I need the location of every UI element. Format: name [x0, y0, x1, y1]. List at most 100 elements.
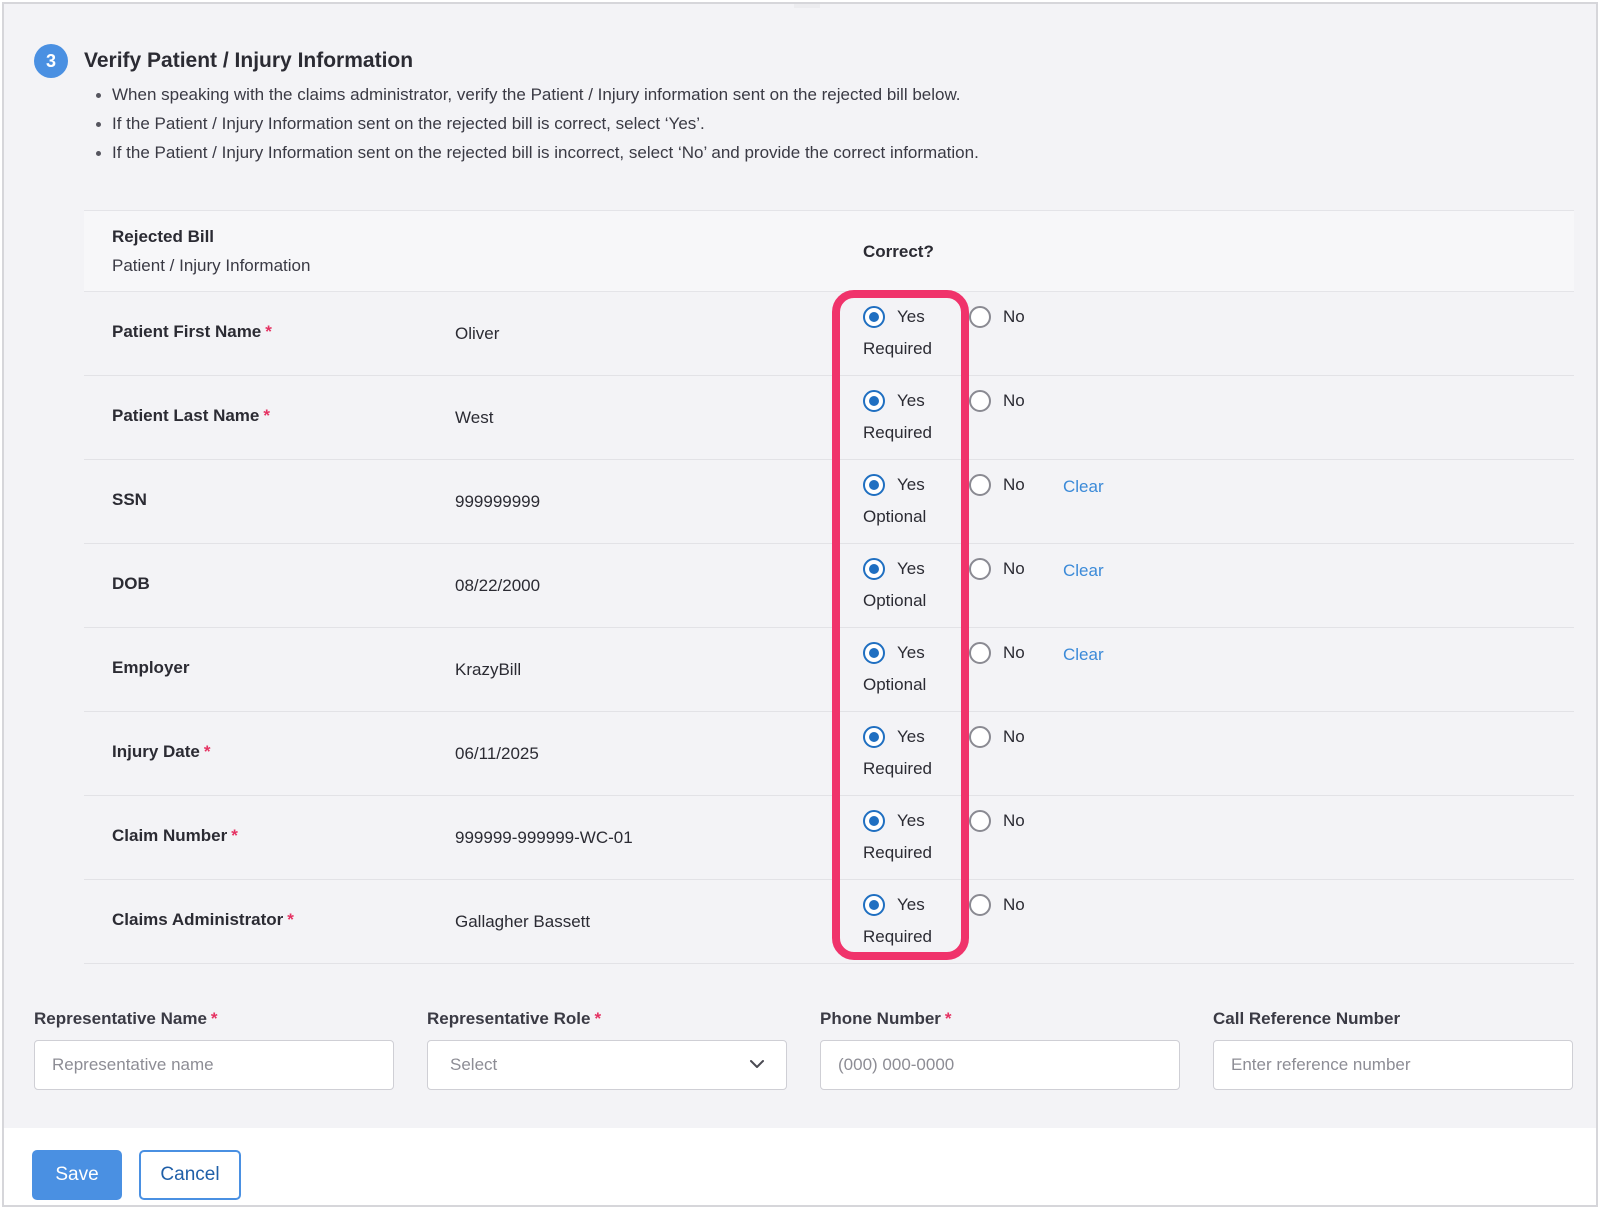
- radio-selected-icon: [863, 726, 885, 748]
- header-patient-injury: Patient / Injury Information: [112, 256, 311, 275]
- no-radio[interactable]: No: [969, 726, 1025, 748]
- no-radio[interactable]: No: [969, 390, 1025, 412]
- requirement-hint: Optional: [863, 591, 927, 610]
- radio-selected-icon: [863, 894, 885, 916]
- requirement-hint: Required: [863, 927, 932, 946]
- requirement-hint: Required: [863, 339, 932, 358]
- table-row: Claim Number * 999999-999999-WC-01 Yes No Req…: [84, 796, 1574, 880]
- field-label: Employer: [112, 658, 190, 677]
- no-radio[interactable]: No: [969, 558, 1025, 580]
- yes-radio[interactable]: Yes: [863, 558, 925, 580]
- requirement-hint: Required: [863, 759, 932, 778]
- yes-label: Yes: [897, 559, 925, 578]
- yes-label: Yes: [897, 643, 925, 662]
- table-row: Claims Administrator * Gallagher Bassett Ye…: [84, 880, 1574, 964]
- form-panel: 3 Verify Patient / Injury Information Wh…: [2, 2, 1598, 1207]
- clear-link[interactable]: Clear: [1063, 477, 1104, 497]
- table-row: DOB 08/22/2000 Yes No Optional Clear: [84, 544, 1574, 628]
- form-footer: Save Cancel: [4, 1128, 1596, 1205]
- yes-radio[interactable]: Yes: [863, 810, 925, 832]
- phone-label: Phone Number *: [820, 1009, 952, 1028]
- radio-selected-icon: [863, 306, 885, 328]
- call-ref-label: Call Reference Number: [1213, 1009, 1401, 1028]
- radio-selected-icon: [863, 558, 885, 580]
- table-row: SSN 999999999 Yes No Optional Clear: [84, 460, 1574, 544]
- rep-role-selected: Select: [450, 1055, 498, 1074]
- field-value: Oliver: [455, 324, 500, 343]
- no-label: No: [1003, 391, 1025, 410]
- no-radio[interactable]: No: [969, 810, 1025, 832]
- no-label: No: [1003, 559, 1025, 578]
- no-radio[interactable]: No: [969, 306, 1025, 328]
- no-label: No: [1003, 811, 1025, 830]
- header-correct: Correct?: [863, 242, 934, 261]
- radio-selected-icon: [863, 474, 885, 496]
- step-number-badge: 3: [34, 44, 68, 78]
- field-label: DOB: [112, 574, 150, 593]
- rep-name-group: Representative Name *: [34, 1009, 394, 1090]
- field-label: Claim Number *: [112, 826, 238, 845]
- cancel-button[interactable]: Cancel: [139, 1150, 241, 1200]
- yes-radio[interactable]: Yes: [863, 894, 925, 916]
- required-marker: *: [263, 406, 271, 425]
- radio-selected-icon: [863, 390, 885, 412]
- chevron-down-icon: [750, 1060, 764, 1068]
- required-marker: *: [203, 742, 211, 761]
- yes-label: Yes: [897, 307, 925, 326]
- clear-link[interactable]: Clear: [1063, 561, 1104, 581]
- requirement-hint: Optional: [863, 507, 927, 526]
- phone-number-input[interactable]: [820, 1040, 1180, 1090]
- section-header: 3 Verify Patient / Injury Information: [34, 44, 413, 78]
- field-label: Claims Administrator *: [112, 910, 294, 929]
- save-button[interactable]: Save: [32, 1150, 122, 1200]
- yes-label: Yes: [897, 475, 925, 494]
- required-marker: *: [944, 1009, 952, 1028]
- field-value: Gallagher Bassett: [455, 912, 591, 931]
- radio-unselected-icon: [969, 390, 991, 412]
- yes-label: Yes: [897, 895, 925, 914]
- required-marker: *: [210, 1009, 218, 1028]
- field-value: 08/22/2000: [455, 576, 541, 595]
- instruction-item: When speaking with the claims administra…: [94, 80, 979, 109]
- rep-role-group: Representative Role * Select: [427, 1009, 787, 1090]
- yes-radio[interactable]: Yes: [863, 642, 925, 664]
- required-marker: *: [265, 322, 272, 341]
- yes-radio[interactable]: Yes: [863, 726, 925, 748]
- no-label: No: [1003, 643, 1025, 662]
- yes-radio[interactable]: Yes: [863, 474, 925, 496]
- representative-role-select[interactable]: Select: [427, 1040, 787, 1090]
- table-header: Rejected Bill Patient / Injury Informati…: [84, 210, 1574, 292]
- clear-link[interactable]: Clear: [1063, 645, 1104, 665]
- no-label: No: [1003, 307, 1025, 326]
- table-row: Patient First Name * Oliver Yes No Required: [84, 292, 1574, 376]
- no-label: No: [1003, 895, 1025, 914]
- field-value: 999999999: [455, 492, 541, 511]
- rep-role-label: Representative Role *: [427, 1009, 602, 1028]
- requirement-hint: Required: [863, 423, 932, 442]
- rep-name-label: Representative Name *: [34, 1009, 218, 1028]
- yes-radio[interactable]: Yes: [863, 390, 925, 412]
- requirement-hint: Required: [863, 843, 932, 862]
- instruction-item: If the Patient / Injury Information sent…: [94, 109, 979, 138]
- field-label: SSN: [112, 490, 147, 509]
- field-label: Patient Last Name *: [112, 406, 271, 425]
- radio-unselected-icon: [969, 642, 991, 664]
- no-radio[interactable]: No: [969, 642, 1025, 664]
- field-value: KrazyBill: [455, 660, 522, 679]
- yes-radio[interactable]: Yes: [863, 306, 925, 328]
- radio-unselected-icon: [969, 894, 991, 916]
- field-value: 06/11/2025: [455, 744, 539, 763]
- table-row: Patient Last Name * West Yes No Required: [84, 376, 1574, 460]
- section-title: Verify Patient / Injury Information: [84, 49, 414, 72]
- call-reference-input[interactable]: [1213, 1040, 1573, 1090]
- no-radio[interactable]: No: [969, 474, 1025, 496]
- requirement-hint: Optional: [863, 675, 927, 694]
- field-label: Injury Date *: [112, 742, 211, 761]
- representative-name-input[interactable]: [34, 1040, 394, 1090]
- no-label: No: [1003, 727, 1025, 746]
- required-marker: *: [287, 910, 294, 929]
- radio-unselected-icon: [969, 558, 991, 580]
- field-value: 999999-999999-WC-01: [455, 828, 633, 847]
- table-row: Employer KrazyBill Yes No Optional Clear: [84, 628, 1574, 712]
- no-radio[interactable]: No: [969, 894, 1025, 916]
